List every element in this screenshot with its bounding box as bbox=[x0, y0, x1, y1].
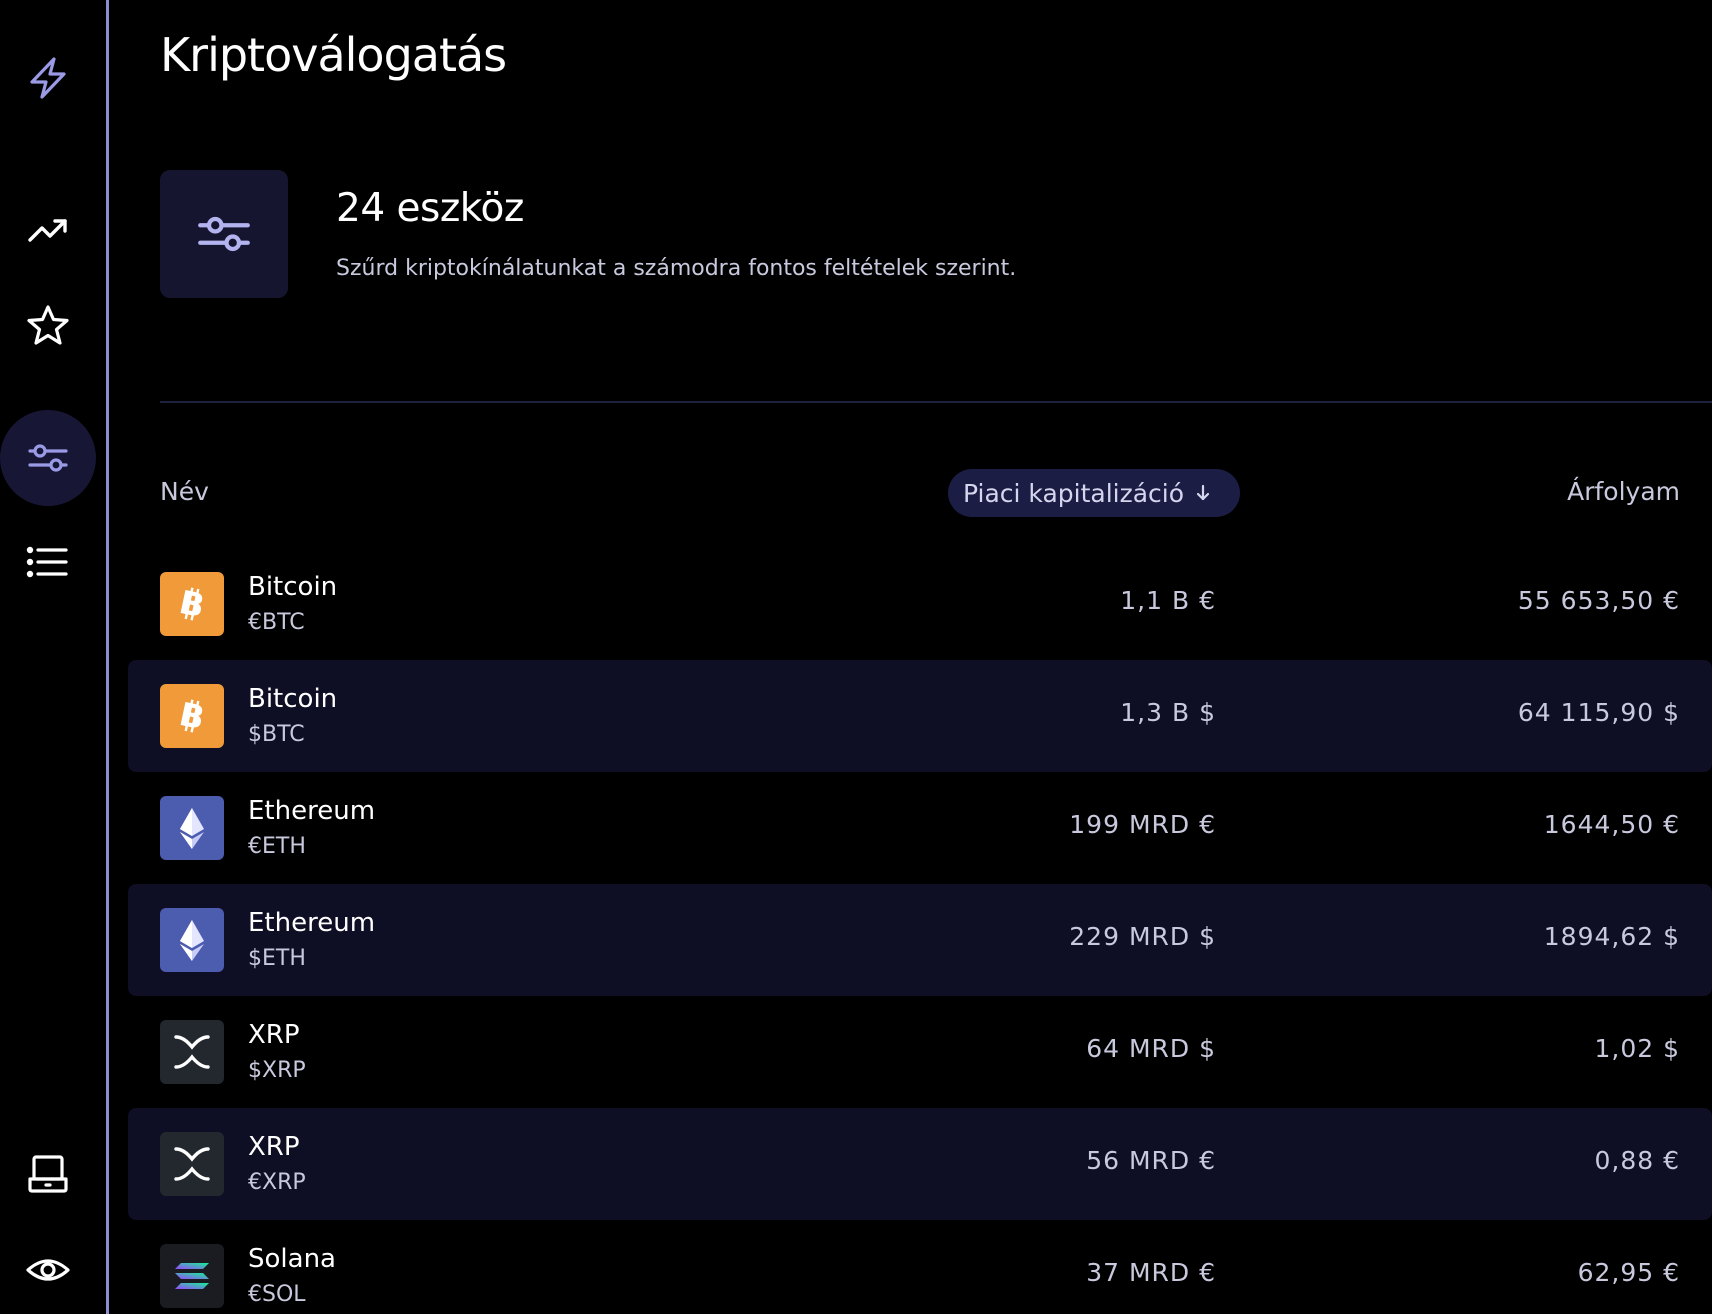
price: 1644,50 € bbox=[1543, 810, 1680, 839]
coin-ticker: €ETH bbox=[248, 834, 306, 859]
sliders-icon bbox=[198, 216, 250, 252]
table-row[interactable]: Ethereum $ETH 229 MRD $ 1894,62 $ bbox=[128, 884, 1712, 996]
bitcoin-icon: B bbox=[160, 684, 224, 748]
trending-up-icon[interactable] bbox=[0, 182, 96, 278]
table-row[interactable]: Solana €SOL 37 MRD € 62,95 € bbox=[128, 1220, 1712, 1314]
market-cap: 199 MRD € bbox=[1069, 810, 1216, 839]
coin-ticker: $ETH bbox=[248, 946, 306, 971]
price: 0,88 € bbox=[1594, 1146, 1680, 1175]
coin-ticker: €XRP bbox=[248, 1170, 306, 1195]
main-content: Kriptoválogatás 24 eszköz Szűrd kriptokí… bbox=[112, 0, 1712, 1314]
arrow-down-icon bbox=[1196, 484, 1210, 501]
ethereum-icon bbox=[160, 796, 224, 860]
page-title: Kriptoválogatás bbox=[160, 28, 507, 82]
market-cap: 56 MRD € bbox=[1086, 1146, 1216, 1175]
price: 64 115,90 $ bbox=[1517, 698, 1680, 727]
bitcoin-icon: B bbox=[160, 572, 224, 636]
coin-name: XRP bbox=[248, 1020, 300, 1050]
table-row[interactable]: XRP €XRP 56 MRD € 0,88 € bbox=[128, 1108, 1712, 1220]
price: 55 653,50 € bbox=[1517, 586, 1680, 615]
xrp-icon bbox=[160, 1132, 224, 1196]
column-header-name[interactable]: Név bbox=[160, 477, 209, 506]
sort-market-cap-button[interactable]: Piaci kapitalizáció bbox=[948, 469, 1240, 517]
asset-list: B Bitcoin €BTC 1,1 B € 55 653,50 € B Bit… bbox=[128, 548, 1712, 1314]
asset-count: 24 eszköz bbox=[336, 186, 524, 231]
table-row[interactable]: B Bitcoin $BTC 1,3 B $ 64 115,90 $ bbox=[128, 660, 1712, 772]
price: 62,95 € bbox=[1577, 1258, 1680, 1287]
sliders-icon[interactable] bbox=[0, 410, 96, 506]
coin-ticker: $XRP bbox=[248, 1058, 306, 1083]
filter-button[interactable] bbox=[160, 170, 288, 298]
solana-icon bbox=[160, 1244, 224, 1308]
sort-label: Piaci kapitalizáció bbox=[963, 478, 1185, 508]
coin-name: Ethereum bbox=[248, 908, 376, 938]
market-cap: 1,1 B € bbox=[1120, 586, 1216, 615]
star-icon[interactable] bbox=[0, 278, 96, 374]
table-row[interactable]: B Bitcoin €BTC 1,1 B € 55 653,50 € bbox=[128, 548, 1712, 660]
table-row[interactable]: Ethereum €ETH 199 MRD € 1644,50 € bbox=[128, 772, 1712, 884]
divider bbox=[160, 401, 1712, 403]
price: 1,02 $ bbox=[1594, 1034, 1680, 1063]
laptop-icon[interactable] bbox=[0, 1126, 96, 1222]
coin-name: Solana bbox=[248, 1244, 336, 1274]
coin-ticker: €SOL bbox=[248, 1282, 306, 1307]
list-icon[interactable] bbox=[0, 514, 96, 610]
market-cap: 37 MRD € bbox=[1086, 1258, 1216, 1287]
coin-name: XRP bbox=[248, 1132, 300, 1162]
coin-name: Bitcoin bbox=[248, 572, 338, 602]
ethereum-icon bbox=[160, 908, 224, 972]
market-cap: 1,3 B $ bbox=[1120, 698, 1216, 727]
table-row[interactable]: XRP $XRP 64 MRD $ 1,02 $ bbox=[128, 996, 1712, 1108]
logo-icon[interactable] bbox=[0, 30, 96, 126]
column-header-price[interactable]: Árfolyam bbox=[1567, 477, 1680, 506]
coin-name: Bitcoin bbox=[248, 684, 338, 714]
market-cap: 64 MRD $ bbox=[1086, 1034, 1216, 1063]
market-cap: 229 MRD $ bbox=[1069, 922, 1216, 951]
coin-name: Ethereum bbox=[248, 796, 376, 826]
filter-description: Szűrd kriptokínálatunkat a számodra font… bbox=[336, 256, 1017, 281]
sidebar bbox=[0, 0, 109, 1314]
coin-ticker: €BTC bbox=[248, 610, 305, 635]
price: 1894,62 $ bbox=[1543, 922, 1680, 951]
coin-ticker: $BTC bbox=[248, 722, 305, 747]
eye-icon[interactable] bbox=[0, 1222, 96, 1314]
xrp-icon bbox=[160, 1020, 224, 1084]
